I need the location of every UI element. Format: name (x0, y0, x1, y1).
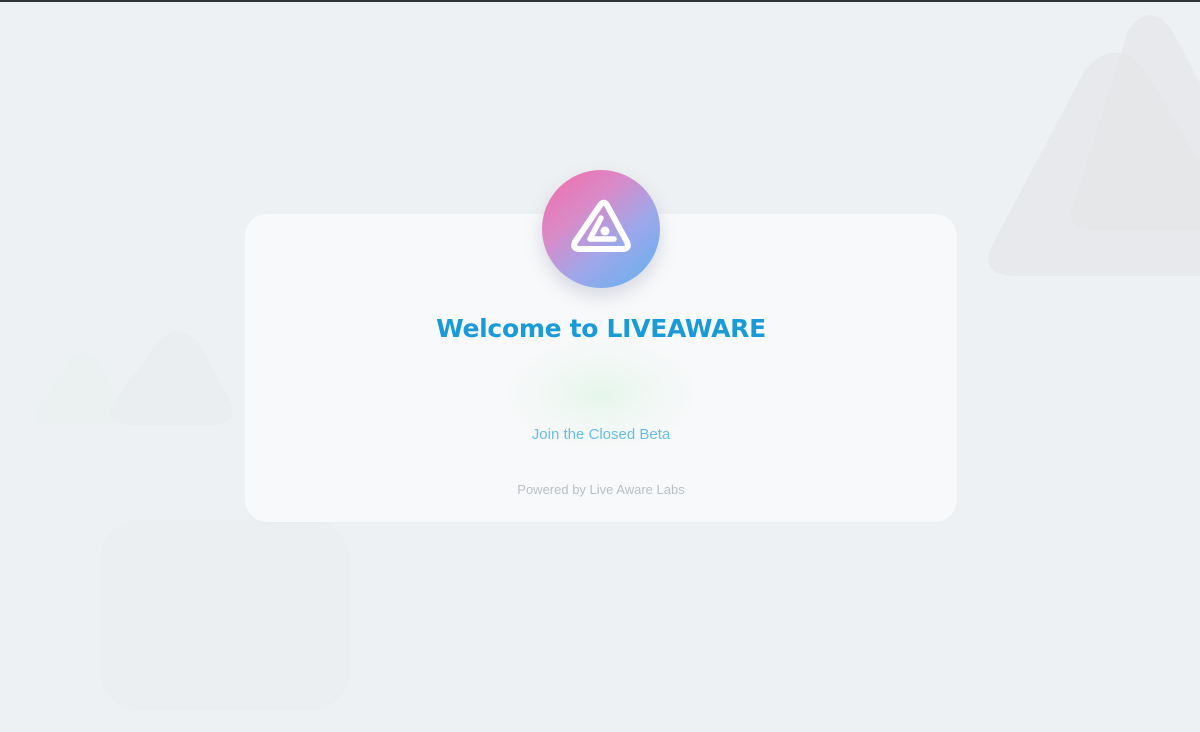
bg-rounded-block (100, 520, 350, 710)
page-title: Welcome to LIVEAWARE (436, 314, 766, 343)
bg-triangle-left-small (36, 353, 123, 425)
bg-triangle-left (110, 331, 233, 425)
logo-glyph (571, 199, 631, 252)
join-closed-beta-link[interactable]: Join the Closed Beta (245, 426, 957, 443)
liveaware-logo-icon (542, 170, 660, 288)
powered-by-text: Powered by Live Aware Labs (517, 482, 685, 497)
